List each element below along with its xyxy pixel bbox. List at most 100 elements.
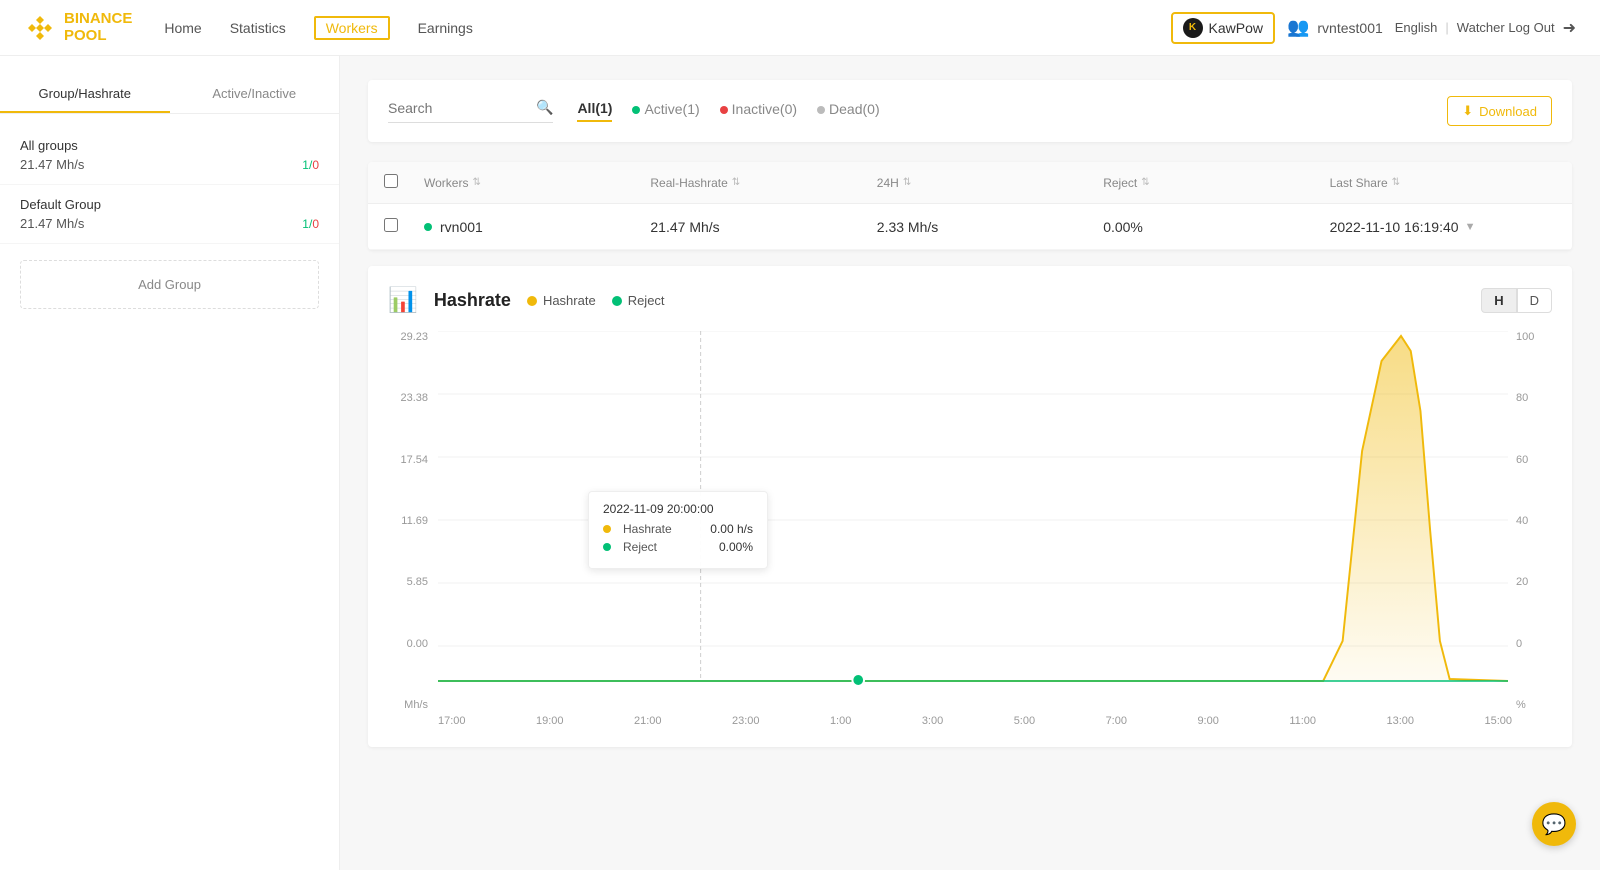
sidebar-tab-active-inactive[interactable]: Active/Inactive (170, 76, 340, 113)
sidebar-tab-group-hashrate[interactable]: Group/Hashrate (0, 76, 170, 113)
expand-row-icon[interactable]: ▼ (1465, 221, 1476, 233)
y-label-left-1: 5.85 (388, 576, 428, 588)
sidebar: Group/Hashrate Active/Inactive All group… (0, 56, 340, 870)
users-icon: 👥 (1287, 17, 1309, 38)
download-icon: ⬇ (1462, 103, 1473, 119)
chart-section: 📊 Hashrate Hashrate Reject H D (368, 266, 1572, 747)
x-label-11: 15:00 (1484, 715, 1512, 727)
tooltip-reject-row: Reject 0.00% (603, 540, 753, 554)
group-all[interactable]: All groups 21.47 Mh/s 1/0 (0, 126, 339, 185)
logout-button[interactable]: Watcher Log Out (1457, 20, 1555, 35)
chart-legend: Hashrate Reject (527, 293, 665, 308)
nav-workers[interactable]: Workers (314, 16, 390, 40)
search-input[interactable] (388, 100, 528, 116)
filter-all[interactable]: All(1) (577, 100, 612, 122)
group-default-hashrate: 21.47 Mh/s (20, 216, 84, 231)
group-all-hash: 21.47 Mh/s 1/0 (20, 157, 319, 172)
x-label-0: 17:00 (438, 715, 466, 727)
main-nav: Home Statistics Workers Earnings (164, 16, 473, 40)
sort-workers-icon[interactable]: ⇅ (472, 177, 480, 188)
chart-svg-container: 2022-11-09 20:00:00 Hashrate 0.00 h/s Re… (438, 331, 1508, 711)
coin-label: KawPow (1209, 20, 1263, 36)
tooltip-reject-value: 0.00% (719, 540, 753, 554)
period-d-button[interactable]: D (1517, 288, 1552, 313)
workers-table: Workers ⇅ Real-Hashrate ⇅ 24H ⇅ Reject ⇅… (368, 162, 1572, 250)
active-dot (632, 106, 640, 114)
table-row[interactable]: rvn001 21.47 Mh/s 2.33 Mh/s 0.00% 2022-1… (368, 204, 1572, 250)
download-button[interactable]: ⬇ Download (1447, 96, 1552, 126)
legend-hashrate-dot (527, 296, 537, 306)
y-label-left-0: 0.00 (388, 638, 428, 650)
col-reject: Reject ⇅ (1103, 176, 1329, 190)
chart-tooltip: 2022-11-09 20:00:00 Hashrate 0.00 h/s Re… (588, 491, 768, 569)
filter-active[interactable]: Active(1) (632, 101, 699, 121)
y-right-3: 60 (1516, 454, 1552, 466)
nav-earnings[interactable]: Earnings (418, 16, 473, 40)
search-icon: 🔍 (536, 99, 553, 116)
logo[interactable]: BINANCE POOL (24, 11, 132, 44)
x-label-3: 23:00 (732, 715, 760, 727)
y-right-2: 40 (1516, 515, 1552, 527)
col-24h: 24H ⇅ (877, 176, 1103, 190)
legend-hashrate: Hashrate (527, 293, 596, 308)
x-label-5: 3:00 (922, 715, 943, 727)
sort-lastshare-icon[interactable]: ⇅ (1392, 177, 1400, 188)
logout-icon[interactable]: ➜ (1563, 18, 1576, 38)
language-selector[interactable]: English (1395, 20, 1438, 35)
col-last-share: Last Share ⇅ (1330, 176, 1556, 190)
x-label-6: 5:00 (1014, 715, 1035, 727)
x-label-2: 21:00 (634, 715, 662, 727)
tab-filters: All(1) Active(1) Inactive(0) Dead(0) (577, 100, 879, 122)
x-label-7: 7:00 (1106, 715, 1127, 727)
coin-selector[interactable]: K KawPow (1171, 12, 1275, 44)
nav-home[interactable]: Home (164, 16, 201, 40)
x-label-1: 19:00 (536, 715, 564, 727)
chat-button[interactable]: 💬 (1532, 802, 1576, 846)
x-label-4: 1:00 (830, 715, 851, 727)
group-all-name: All groups (20, 138, 319, 153)
x-label-9: 11:00 (1289, 715, 1316, 727)
content: 🔍 All(1) Active(1) Inactive(0) Dead(0) ⬇… (340, 56, 1600, 870)
sort-24h-icon[interactable]: ⇅ (903, 177, 911, 188)
binance-logo-icon (24, 12, 56, 44)
y-right-5: 100 (1516, 331, 1552, 343)
main-layout: Group/Hashrate Active/Inactive All group… (0, 56, 1600, 870)
username: rvntest001 (1317, 20, 1382, 36)
y-axis-left: Mh/s 0.00 5.85 11.69 17.54 23.38 29.23 (388, 331, 432, 711)
chart-period-buttons: H D (1481, 288, 1552, 313)
y-right-1: 20 (1516, 576, 1552, 588)
y-label-left-4: 23.38 (388, 392, 428, 404)
tooltip-hashrate-value: 0.00 h/s (710, 522, 753, 536)
filter-inactive[interactable]: Inactive(0) (720, 101, 797, 121)
add-group-button[interactable]: Add Group (20, 260, 319, 309)
y-label-left-3: 17.54 (388, 454, 428, 466)
user-section: 👥 rvntest001 (1287, 17, 1383, 38)
sidebar-tabs: Group/Hashrate Active/Inactive (0, 76, 339, 114)
y-label-left-unit: Mh/s (388, 699, 428, 711)
nav-statistics[interactable]: Statistics (230, 16, 286, 40)
worker-active-indicator (424, 223, 432, 231)
group-default[interactable]: Default Group 21.47 Mh/s 1/0 (0, 185, 339, 244)
legend-reject-dot (612, 296, 622, 306)
tooltip-reject-dot (603, 543, 611, 551)
row-checkbox[interactable] (384, 218, 398, 232)
x-label-10: 13:00 (1386, 715, 1414, 727)
period-h-button[interactable]: H (1481, 288, 1516, 313)
dead-dot (817, 106, 825, 114)
sort-hashrate-icon[interactable]: ⇅ (732, 177, 740, 188)
tooltip-hashrate-dot (603, 525, 611, 533)
col-workers: Workers ⇅ (424, 176, 650, 190)
filters-bar: 🔍 All(1) Active(1) Inactive(0) Dead(0) ⬇… (368, 80, 1572, 142)
y-axis-right: % 0 20 40 60 80 100 (1512, 331, 1552, 711)
divider: | (1445, 20, 1448, 35)
chart-icon: 📊 (388, 286, 418, 315)
chart-header: 📊 Hashrate Hashrate Reject H D (388, 286, 1552, 315)
select-all-checkbox[interactable] (384, 174, 398, 188)
legend-reject: Reject (612, 293, 665, 308)
filter-dead[interactable]: Dead(0) (817, 101, 880, 121)
table-header: Workers ⇅ Real-Hashrate ⇅ 24H ⇅ Reject ⇅… (368, 162, 1572, 204)
group-default-name: Default Group (20, 197, 319, 212)
sort-reject-icon[interactable]: ⇅ (1141, 177, 1149, 188)
lang-logout: English | Watcher Log Out ➜ (1395, 18, 1576, 38)
group-all-hashrate: 21.47 Mh/s (20, 157, 84, 172)
